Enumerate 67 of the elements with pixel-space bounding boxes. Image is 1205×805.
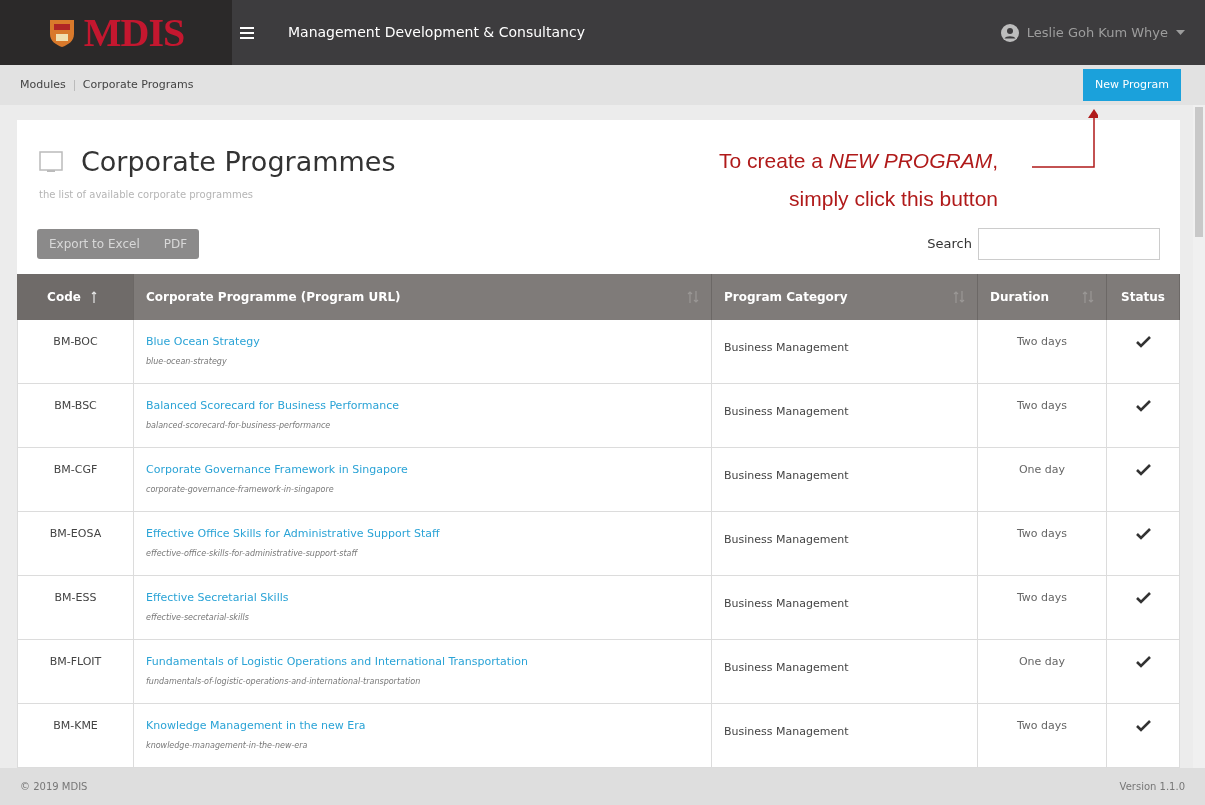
export-button[interactable]: Export to Excel — [37, 229, 152, 259]
caret-icon[interactable] — [1176, 30, 1185, 35]
table-cell: Business Management — [724, 597, 849, 610]
table-cell-text: Two days — [1016, 526, 1068, 542]
table-cell-text: BM-KME — [53, 718, 98, 734]
column-label: Program Category — [724, 289, 848, 306]
header-cell[interactable]: Corporate Programme (Program URL) — [134, 274, 712, 320]
menu-icon[interactable] — [240, 26, 254, 39]
page-subtitle: the list of available corporate programmes — [39, 187, 255, 202]
table-cell-text: Two days — [1016, 590, 1068, 606]
table-cell: Business Management — [724, 533, 849, 546]
program-link[interactable]: Fundamentals of Logistic Operations and International Transportation — [146, 654, 528, 671]
page-title: Corporate Programmes — [81, 145, 396, 179]
column-label: Corporate Programme (Program URL) — [146, 289, 401, 306]
scrollbar[interactable] — [1193, 105, 1205, 768]
program-url: effective-office-skills-for-administrative-support-staff — [146, 547, 358, 560]
program-link[interactable]: Knowledge Management in the new Era — [146, 718, 366, 735]
breadcrumb-item[interactable]: Corporate Programs — [82, 76, 194, 94]
program-url: corporate-governance-framework-in-singapore — [146, 483, 334, 496]
table-cell-text: BM-FLOIT — [49, 654, 102, 670]
export-button[interactable]: PDF — [151, 229, 200, 259]
table-cell-text: One day — [1018, 654, 1066, 670]
crest-icon — [47, 17, 76, 48]
table-cell: Business Management — [724, 725, 849, 738]
program-link[interactable]: Effective Office Skills for Administrative Support Staff — [146, 526, 440, 543]
program-url: fundamentals-of-logistic-operations-and-international-transportation — [146, 675, 421, 688]
table-cell-text: BM-BSC — [54, 398, 97, 414]
program-link[interactable]: Balanced Scorecard for Business Performance — [146, 398, 400, 415]
header-cell[interactable]: Duration — [978, 274, 1107, 320]
breadcrumb-item[interactable]: Modules — [20, 76, 66, 94]
table-cell: Business Management — [724, 661, 849, 674]
user-icon[interactable] — [1000, 23, 1019, 42]
program-url: effective-secretarial-skills — [146, 611, 249, 624]
table-cell: Business Management — [724, 341, 849, 354]
table-cell-text: Two days — [1016, 398, 1068, 414]
program-link[interactable]: Corporate Governance Framework in Singapore — [146, 462, 408, 479]
table-cell: Business Management — [724, 469, 849, 482]
table-cell-text: BM-BOC — [53, 334, 98, 350]
header-cell[interactable]: Program Category — [712, 274, 978, 320]
user-name[interactable]: Leslie Goh Kum Whye — [1026, 22, 1168, 43]
header-cell[interactable]: Code — [17, 274, 134, 320]
annotation-arrow — [1032, 108, 1098, 168]
table-cell-text: Two days — [1016, 718, 1068, 734]
program-url: blue-ocean-strategy — [146, 355, 227, 368]
table-cell-text: BM-CGF — [53, 462, 98, 478]
new-program-button[interactable]: New Program — [1083, 69, 1181, 101]
column-label: Code — [47, 289, 81, 306]
version-text: Version 1.1.0 — [1119, 780, 1185, 794]
monitor-icon — [39, 151, 63, 174]
table-cell: Business Management — [724, 405, 849, 418]
header-cell[interactable]: Status — [1107, 274, 1180, 320]
table-cell-text: BM-ESS — [54, 590, 97, 606]
search-field[interactable] — [978, 228, 1160, 260]
app-title: Management Development & Consultancy — [288, 23, 585, 42]
column-label: Duration — [990, 289, 1050, 306]
annotation-text: To create a NEW PROGRAM, simply click this button — [719, 148, 998, 212]
program-link[interactable]: Blue Ocean Strategy — [146, 334, 260, 351]
table-cell-text: Two days — [1016, 334, 1068, 350]
logo-text: MDIS — [83, 8, 185, 57]
program-url: knowledge-management-in-the-new-era — [146, 739, 308, 752]
table-cell-text: One day — [1018, 462, 1066, 478]
program-url: balanced-scorecard-for-business-performance — [146, 419, 331, 432]
search-label: Search — [927, 235, 972, 254]
table-cell-text: BM-EOSA — [49, 526, 102, 542]
column-label: Status — [1121, 289, 1165, 306]
program-link[interactable]: Effective Secretarial Skills — [146, 590, 289, 607]
copyright-text: © 2019 MDIS — [20, 780, 88, 794]
